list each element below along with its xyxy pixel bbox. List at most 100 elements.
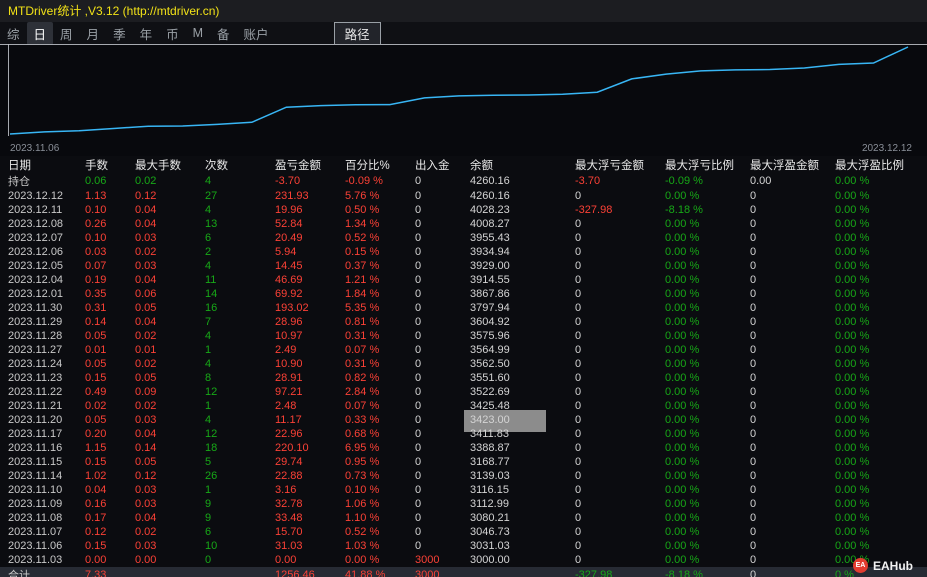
table-row[interactable]: 2023.11.22 0.49 0.09 12 97.21 2.84 % 0 3522.69 0… xyxy=(0,385,927,399)
cell: 0 xyxy=(750,358,757,370)
table-row[interactable]: 2023.11.07 0.12 0.02 6 15.70 0.52 % 0 3046.73 0 0… xyxy=(0,525,927,539)
cell: 0.00 % xyxy=(835,428,870,440)
cell: 1.06 % xyxy=(345,498,380,510)
cell: 0 xyxy=(750,498,757,510)
table-row[interactable]: 2023.11.28 0.05 0.02 4 10.97 0.31 % 0 3575.96 0 0… xyxy=(0,329,927,343)
cell: 0.03 xyxy=(135,484,157,496)
column-header[interactable]: 次数 xyxy=(203,156,273,173)
table-row[interactable]: 2023.11.09 0.16 0.03 9 32.78 1.06 % 0 3112.99 0 0… xyxy=(0,497,927,511)
cell: 0 xyxy=(575,386,582,398)
cell: 0 xyxy=(415,442,422,454)
cell: 0.15 xyxy=(85,372,107,384)
menu-item-季[interactable]: 季 xyxy=(106,22,133,45)
menu-item-年[interactable]: 年 xyxy=(133,22,160,45)
cell: 0 xyxy=(415,540,422,552)
menu-item-日[interactable]: 日 xyxy=(26,21,54,45)
cell: 0 xyxy=(415,288,422,300)
cell: 2023.11.21 xyxy=(8,400,63,412)
cell: 0 xyxy=(750,386,757,398)
menu-item-周[interactable]: 周 xyxy=(53,22,80,45)
column-header[interactable]: 日期 xyxy=(0,156,83,173)
cell: 0.02 xyxy=(85,400,107,412)
cell: 4260.16 xyxy=(470,175,510,187)
table-row[interactable]: 2023.11.14 1.02 0.12 26 22.88 0.73 % 0 3139.03 0… xyxy=(0,469,927,483)
cell: 0.12 xyxy=(85,526,107,538)
path-button[interactable]: 路径 xyxy=(333,21,381,45)
cell: 0.00 % xyxy=(665,232,700,244)
menu-item-备[interactable]: 备 xyxy=(210,22,237,45)
column-header[interactable]: 最大手数 xyxy=(133,156,203,173)
column-header[interactable]: 手数 xyxy=(83,156,133,173)
table-row[interactable]: 2023.11.10 0.04 0.03 1 3.16 0.10 % 0 3116.15 0 0.… xyxy=(0,483,927,497)
cell: 0.06 xyxy=(85,175,107,187)
total-row[interactable]: 合计 7.33 1256.46 41.88 % 3000 -327.98 -8.18 % 0 0… xyxy=(0,567,927,577)
table-row[interactable]: 2023.12.12 1.13 0.12 27 231.93 5.76 % 0 4260.16… xyxy=(0,189,927,203)
table-row[interactable]: 2023.11.29 0.14 0.04 7 28.96 0.81 % 0 3604.92 0 0… xyxy=(0,315,927,329)
cell: 2023.11.08 xyxy=(8,512,63,524)
table-row[interactable]: 2023.12.08 0.26 0.04 13 52.84 1.34 % 0 4008.27 0… xyxy=(0,217,927,231)
table-row[interactable]: 2023.11.15 0.15 0.05 5 29.74 0.95 % 0 3168.77 0 0… xyxy=(0,455,927,469)
column-header[interactable]: 最大浮亏金额 xyxy=(573,156,663,173)
column-header[interactable]: 最大浮亏比例 xyxy=(663,156,748,173)
column-header[interactable]: 最大浮盈金额 xyxy=(748,156,833,173)
table-row[interactable]: 2023.12.06 0.03 0.02 2 5.94 0.15 % 0 3934.94 0 0.… xyxy=(0,245,927,259)
cell: 0.00 xyxy=(750,175,772,187)
cell: 2.84 % xyxy=(345,386,380,398)
cell: 10.97 xyxy=(275,330,303,342)
cell: 0 xyxy=(415,344,422,356)
cell: 0 xyxy=(750,302,757,314)
cell: 9 xyxy=(205,512,212,524)
cell: 0.00 % xyxy=(665,344,700,356)
table-row[interactable]: 2023.11.06 0.15 0.03 10 31.03 1.03 % 0 3031.03 0… xyxy=(0,539,927,553)
table-row[interactable]: 2023.11.21 0.02 0.02 1 2.48 0.07 % 0 3425.48 0 0.… xyxy=(0,399,927,413)
column-header[interactable]: 出入金 xyxy=(413,156,468,173)
cell: 0.00 % xyxy=(665,512,700,524)
cell: 2023.11.24 xyxy=(8,358,63,370)
cell: 0.00 % xyxy=(835,190,870,202)
column-header[interactable]: 百分比% xyxy=(343,156,413,173)
cell: -8.18 % xyxy=(665,204,703,216)
menu-item-账户[interactable]: 账户 xyxy=(237,22,276,45)
table-row[interactable]: 2023.12.05 0.07 0.03 4 14.45 0.37 % 0 3929.00 0 0… xyxy=(0,259,927,273)
cell: 0 xyxy=(415,414,422,426)
table-row[interactable]: 2023.11.27 0.01 0.01 1 2.49 0.07 % 0 3564.99 0 0.… xyxy=(0,343,927,357)
cell: 0.00 % xyxy=(665,190,700,202)
cell: 0 xyxy=(750,540,757,552)
cell: 2023.11.27 xyxy=(8,344,63,356)
table-row[interactable]: 2023.12.07 0.10 0.03 6 20.49 0.52 % 0 3955.43 0 0… xyxy=(0,231,927,245)
table-row[interactable]: 2023.12.04 0.19 0.04 11 46.69 1.21 % 0 3914.55 0… xyxy=(0,273,927,287)
table-row[interactable]: 2023.12.11 0.10 0.04 4 19.96 0.50 % 0 4028.23 -3… xyxy=(0,203,927,217)
cell: 0.00 xyxy=(135,554,157,566)
equity-chart[interactable] xyxy=(0,44,927,140)
column-header[interactable]: 最大浮盈比例 xyxy=(833,156,927,173)
menu-item-月[interactable]: 月 xyxy=(80,22,107,45)
cell: 0.00 xyxy=(275,554,297,566)
cell: 0.00 % xyxy=(835,330,870,342)
cell: 3604.92 xyxy=(470,316,510,328)
table-row[interactable]: 2023.11.16 1.15 0.14 18 220.10 6.95 % 0 3388.87… xyxy=(0,441,927,455)
table-row[interactable]: 2023.11.03 0.00 0.00 0 0.00 0.00 % 3000 3000.00… xyxy=(0,553,927,567)
column-header[interactable]: 余额 xyxy=(468,156,573,173)
eahub-brand[interactable]: EA EAHub xyxy=(853,558,913,573)
table-row[interactable]: 2023.11.24 0.05 0.02 4 10.90 0.31 % 0 3562.50 0 0… xyxy=(0,357,927,371)
cell: -3.70 xyxy=(275,175,301,187)
table-row[interactable]: 2023.11.20 0.05 0.03 4 11.17 0.33 % 0 3423.00 0 0… xyxy=(0,413,927,427)
table-row[interactable]: 持仓 0.06 0.02 4 -3.70 -0.09 % 0 4260.16 -3.70 -0.0… xyxy=(0,173,927,189)
cell: 0.16 xyxy=(85,498,107,510)
cell: 0.00 % xyxy=(665,498,700,510)
table-row[interactable]: 2023.11.30 0.31 0.05 16 193.02 5.35 % 0 3797.94… xyxy=(0,301,927,315)
cell: 0.00 % xyxy=(665,428,700,440)
table-row[interactable]: 2023.11.23 0.15 0.05 8 28.91 0.82 % 0 3551.60 0 0… xyxy=(0,371,927,385)
cell: 2023.12.06 xyxy=(8,246,64,258)
cell: 0 xyxy=(415,498,422,510)
table-row[interactable]: 2023.11.08 0.17 0.04 9 33.48 1.10 % 0 3080.21 0 0… xyxy=(0,511,927,525)
menu-item-币[interactable]: 币 xyxy=(159,22,186,45)
cell: 4 xyxy=(205,414,212,426)
menu-item-综[interactable]: 综 xyxy=(0,22,27,45)
table-row[interactable]: 2023.12.01 0.35 0.06 14 69.92 1.84 % 0 3867.86 0… xyxy=(0,287,927,301)
column-header[interactable]: 盈亏金额 xyxy=(273,156,343,173)
cell: 2023.12.05 xyxy=(8,260,64,272)
table-row[interactable]: 2023.11.17 0.20 0.04 12 22.96 0.68 % 0 3411.83 0… xyxy=(0,427,927,441)
cell: 12 xyxy=(205,428,218,440)
menu-item-M[interactable]: M xyxy=(186,24,210,42)
